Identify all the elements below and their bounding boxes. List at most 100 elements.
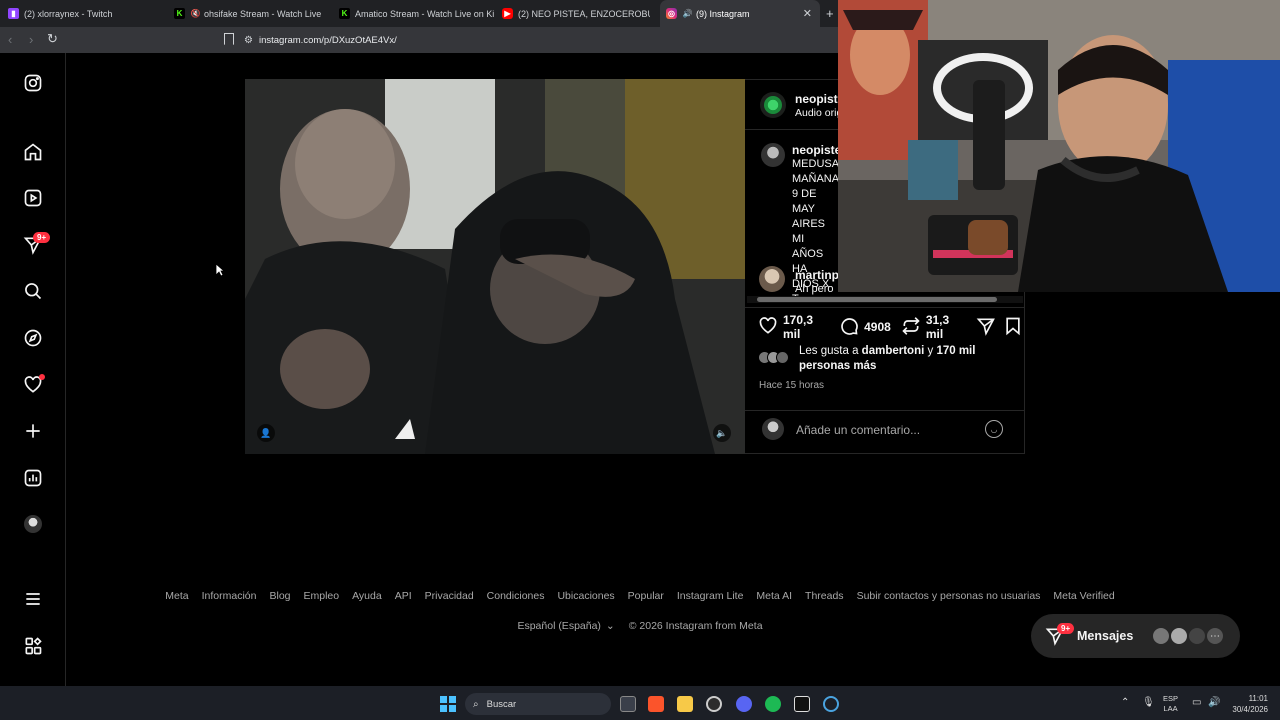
footer-link[interactable]: Meta AI [756,590,792,602]
reels-icon[interactable] [22,187,44,209]
create-icon[interactable] [22,420,44,442]
video-frame [245,79,745,454]
obs-icon[interactable] [706,696,722,712]
taskbar-clock[interactable]: 11:01 30/4/2026 [1226,693,1268,715]
volume-icon[interactable]: 🔊 [1208,697,1220,708]
reload-icon[interactable]: ↻ [47,31,58,47]
youtube-icon: ▶ [502,8,513,19]
comment-input[interactable]: Añade un comentario... [796,423,920,437]
input-language[interactable]: ESP LAA [1163,694,1178,714]
spotify-icon[interactable] [765,696,781,712]
emoji-icon[interactable]: ◡ [985,420,1003,438]
profile-avatar[interactable] [22,513,44,535]
back-icon[interactable]: ‹ [8,32,12,47]
post-author-username[interactable]: neopiste [795,92,844,106]
webcam-overlay [838,0,1280,292]
tab-youtube[interactable]: ▶ (2) NEO PISTEA, ENZOCEROBULL [502,0,650,27]
home-icon[interactable] [22,141,44,163]
close-tab-icon[interactable]: ✕ [803,7,812,20]
footer-link[interactable]: Ubicaciones [557,590,614,602]
footer-link[interactable]: Subir contactos y personas no usuarias [857,590,1041,602]
search-icon[interactable] [22,280,44,302]
chevron-down-icon[interactable]: ⌄ [606,620,615,632]
conversation-avatar [1151,626,1171,646]
notification-dot [39,374,45,380]
tab-label: ohsifake Stream - Watch Live on [204,8,324,19]
app-icon[interactable] [823,696,839,712]
brave-browser-icon[interactable] [648,696,664,712]
comment-text: Ah pero [795,283,834,295]
caption-avatar[interactable] [761,143,785,167]
forward-icon[interactable]: › [29,32,33,47]
liked-by-user[interactable]: dambertoni [862,345,925,357]
save-icon[interactable] [1003,316,1023,339]
messages-label: Mensajes [1077,629,1134,643]
network-icon[interactable]: ▭ [1192,697,1201,708]
messages-button[interactable]: Mensajes ⋯ [1031,614,1240,658]
windows-start-icon[interactable] [440,696,456,712]
bookmark-icon[interactable] [224,33,234,45]
microphone-icon[interactable]: 🎙 [1142,697,1155,708]
conversation-avatar [1169,626,1189,646]
repost-icon[interactable] [901,316,921,339]
language-select[interactable]: Español (España) [517,620,600,632]
scrollbar-thumb[interactable] [757,297,997,302]
footer-link[interactable]: Información [202,590,257,602]
explore-icon[interactable] [22,327,44,349]
caption-username[interactable]: neopiste [792,143,841,157]
author-avatar[interactable] [760,92,786,118]
volume-icon[interactable]: 🔈 [713,424,731,442]
footer-link[interactable]: Blog [269,590,290,602]
tab-twitch[interactable]: ▮ (2) xlorraynex - Twitch [8,0,168,27]
footer-link[interactable]: Ayuda [352,590,382,602]
new-tab-icon[interactable]: + [826,0,838,27]
tab-instagram[interactable]: ◎ 🔊 (9) Instagram ✕ [660,0,820,27]
comment-count[interactable]: 4908 [864,320,891,334]
capcut-icon[interactable] [794,696,810,712]
task-view-icon[interactable] [620,696,636,712]
notification-badge: 9+ [33,232,51,243]
taskbar-search[interactable]: ⌕ Buscar [465,693,611,715]
commenter-avatar[interactable] [759,266,785,292]
file-explorer-icon[interactable] [677,696,693,712]
footer-link[interactable]: Condiciones [487,590,545,602]
post-actions: 170,3 mil 4908 31,3 mil [758,313,1023,341]
footer-link[interactable]: Instagram Lite [677,590,744,602]
liked-by-count[interactable]: 170 mil [936,345,975,357]
like-count[interactable]: 170,3 mil [783,313,828,341]
also-from-meta-icon[interactable] [22,635,44,657]
mouse-cursor [215,263,224,277]
footer-link[interactable]: Meta [165,590,188,602]
footer-link[interactable]: Empleo [304,590,340,602]
dashboard-icon[interactable] [22,467,44,489]
tab-kick-ohsifake[interactable]: K 🔇 ohsifake Stream - Watch Live on [174,0,324,27]
post-audio[interactable]: Audio orig [795,107,842,119]
footer-links: Meta Información Blog Empleo Ayuda API P… [0,590,1280,602]
footer-link[interactable]: Popular [628,590,664,602]
tab-kick-amatico[interactable]: K Amatico Stream - Watch Live on Kick [339,0,494,27]
divider [745,129,838,130]
messages-badge: 9+ [1057,623,1075,634]
post-timestamp[interactable]: Hace 15 horas [759,380,824,391]
discord-icon[interactable] [736,696,752,712]
footer-link[interactable]: Meta Verified [1053,590,1114,602]
footer-link[interactable]: Privacidad [425,590,474,602]
instagram-logo-icon[interactable] [22,72,44,94]
address-bar[interactable]: ⚙ instagram.com/p/DXuzOtAE4Vx/ [244,31,844,49]
comment-username[interactable]: martinp [795,268,839,282]
comments-scrollbar[interactable] [747,296,1023,303]
site-settings-icon[interactable]: ⚙ [244,35,253,46]
liked-by-avatars[interactable] [758,350,798,366]
comment-icon[interactable] [839,316,859,339]
search-icon: ⌕ [473,698,479,710]
kick-icon: K [174,8,185,19]
chevron-up-icon[interactable]: ⌃ [1121,697,1129,708]
footer-link[interactable]: Threads [805,590,844,602]
reel-video[interactable]: 👤 🔈 [245,79,745,454]
repost-count[interactable]: 31,3 mil [926,313,965,341]
footer-link[interactable]: API [395,590,412,602]
tab-label: (9) Instagram [696,8,750,19]
tagged-users-icon[interactable]: 👤 [257,424,275,442]
like-icon[interactable] [758,316,778,339]
share-icon[interactable] [976,316,996,339]
